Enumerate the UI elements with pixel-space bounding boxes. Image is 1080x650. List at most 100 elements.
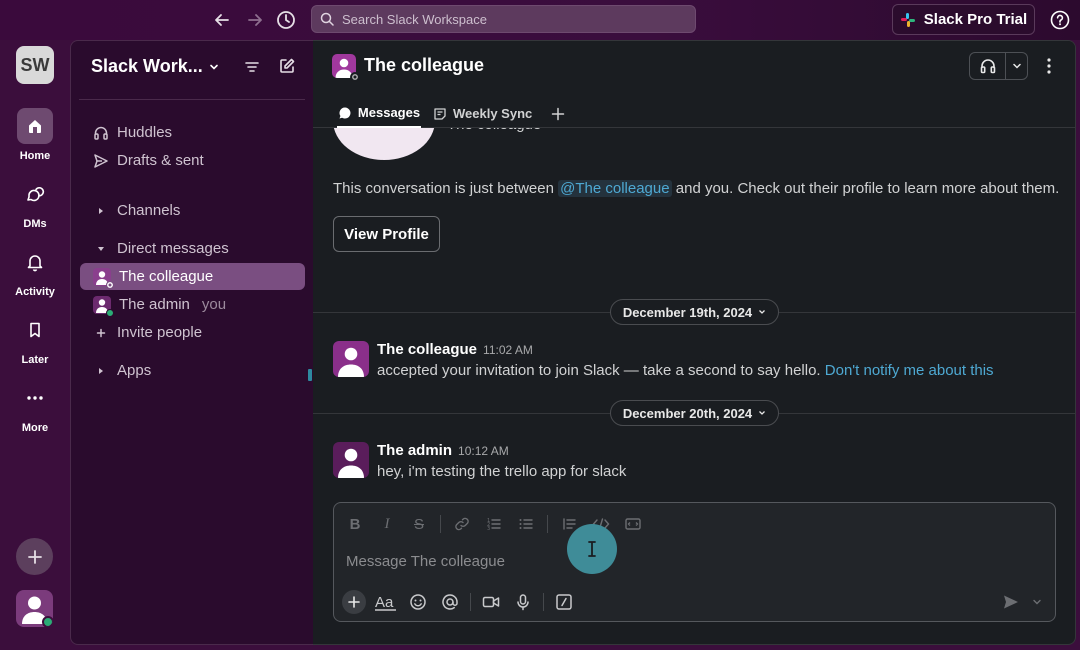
chevron-down-icon [759, 310, 766, 314]
sidebar-item-drafts[interactable]: Drafts & sent [80, 147, 305, 174]
sidebar-item-huddles[interactable]: Huddles [80, 119, 305, 146]
more-options-button[interactable] [1039, 54, 1059, 78]
date-jump-button[interactable]: December 19th, 2024 [610, 299, 779, 325]
search-input[interactable]: Search Slack Workspace [311, 5, 696, 33]
avatar[interactable] [333, 341, 369, 377]
home-icon [17, 108, 53, 144]
message-input[interactable]: Message The colleague [346, 553, 505, 570]
tab-label: Messages [357, 105, 421, 120]
slack-logo-icon [900, 12, 915, 27]
attach-button[interactable] [342, 590, 366, 614]
italic-icon[interactable]: I [376, 513, 398, 535]
sidebar-resize-handle[interactable] [308, 369, 312, 381]
toolbar-separator [547, 515, 548, 533]
chevron-down-icon [1012, 63, 1021, 69]
canvas-icon [434, 107, 446, 120]
filter-icon [245, 62, 259, 72]
sidebar-section-channels[interactable]: Channels [80, 197, 305, 224]
message-author[interactable]: The admin 10:12 AM [377, 442, 509, 459]
send-button[interactable] [999, 590, 1023, 614]
message-composer[interactable]: B I S 123 Message The colleague Aa [333, 502, 1056, 622]
channel-sidebar: Slack Work... Huddles Drafts & sent Chan… [70, 40, 313, 645]
message-timestamp[interactable]: 10:12 AM [458, 444, 509, 458]
video-clip-button[interactable] [479, 590, 503, 614]
rail-item-dms[interactable]: DMs [0, 176, 70, 230]
dont-notify-link[interactable]: Don't notify me about this [825, 362, 994, 379]
rail-item-later[interactable]: Later [0, 312, 70, 366]
tab-weekly-sync[interactable]: Weekly Sync [433, 99, 532, 128]
rail-item-home[interactable]: Home [0, 108, 70, 162]
bullet-list-icon[interactable] [515, 513, 537, 535]
rail-label-home: Home [19, 150, 51, 162]
search-placeholder: Search Slack Workspace [342, 11, 487, 27]
sidebar-item-the-colleague[interactable]: The colleague [80, 263, 305, 290]
date-divider: December 19th, 2024 [313, 299, 1075, 325]
you-indicator: you [201, 296, 227, 313]
text-format-button[interactable]: Aa [374, 590, 398, 614]
forward-button[interactable] [243, 8, 267, 32]
help-button[interactable] [1048, 8, 1072, 32]
sidebar-item-the-admin[interactable]: The admin you [80, 291, 305, 318]
user-mention-link[interactable]: @The colleague [558, 180, 672, 197]
channel-name[interactable]: The colleague [364, 55, 484, 76]
date-jump-button[interactable]: December 20th, 2024 [610, 400, 779, 426]
rail-label-dms: DMs [23, 218, 47, 230]
sidebar-item-invite[interactable]: Invite people [80, 319, 305, 346]
plus-icon [27, 549, 42, 564]
avatar[interactable] [333, 442, 369, 478]
message-timestamp[interactable]: 11:02 AM [483, 343, 533, 357]
date-label: December 20th, 2024 [622, 405, 753, 421]
workspace-switcher[interactable]: SW [16, 46, 54, 84]
online-status-dot [42, 616, 53, 627]
rail-item-activity[interactable]: Activity [0, 244, 70, 298]
sidebar-item-label: Drafts & sent [117, 152, 204, 169]
sidebar-section-label: Channels [117, 202, 181, 219]
message-author[interactable]: The colleague 11:02 AM [377, 341, 533, 358]
add-workspace-button[interactable] [16, 538, 53, 575]
ordered-list-icon[interactable]: 123 [483, 513, 505, 535]
sidebar-section-label: Apps [117, 362, 152, 379]
top-bar: Search Slack Workspace Slack Pro Trial [0, 0, 1080, 40]
bold-icon[interactable]: B [344, 513, 366, 535]
audio-clip-button[interactable] [511, 590, 535, 614]
view-profile-button[interactable]: View Profile [333, 216, 440, 252]
channel-header: The colleague Messages Weekly Sync [313, 41, 1075, 128]
pro-trial-button[interactable]: Slack Pro Trial [892, 4, 1035, 35]
emoji-button[interactable] [406, 590, 430, 614]
text-cursor-icon [588, 541, 596, 557]
dms-icon [17, 176, 53, 212]
shortcuts-button[interactable] [552, 590, 576, 614]
sidebar-section-label: Direct messages [117, 240, 229, 257]
huddle-options[interactable] [1006, 53, 1027, 79]
headphones-icon [94, 126, 108, 140]
link-icon[interactable] [451, 513, 473, 535]
chevron-down-icon [1033, 599, 1041, 605]
sidebar-divider [79, 99, 305, 100]
sidebar-section-dms[interactable]: Direct messages [80, 235, 305, 262]
strikethrough-icon[interactable]: S [408, 513, 430, 535]
message-item[interactable]: The colleague 11:02 AM accepted your invi… [333, 341, 1053, 381]
filter-button[interactable] [241, 56, 263, 78]
mention-button[interactable] [438, 590, 462, 614]
workspace-name-button[interactable]: Slack Work... [91, 56, 219, 77]
message-item[interactable]: The admin 10:12 AM hey, i'm testing the t… [333, 442, 1053, 482]
workspace-name: Slack Work... [91, 56, 203, 76]
avatar [93, 295, 114, 317]
add-tab-button[interactable] [551, 99, 565, 128]
sidebar-item-label: Huddles [117, 124, 173, 141]
huddle-button[interactable] [969, 52, 1028, 80]
online-status-dot [106, 308, 114, 317]
plus-icon [96, 328, 106, 337]
sidebar-section-apps[interactable]: Apps [80, 357, 305, 384]
history-button[interactable] [274, 8, 298, 32]
rail-item-more[interactable]: More [0, 380, 70, 434]
compose-button[interactable] [276, 55, 298, 77]
huddle-start[interactable] [970, 53, 1006, 79]
code-block-icon[interactable] [622, 513, 644, 535]
user-avatar[interactable] [16, 590, 53, 627]
tab-messages[interactable]: Messages [337, 99, 421, 128]
chevron-down-icon [759, 411, 766, 415]
schedule-send-button[interactable] [1028, 590, 1046, 614]
at-sign-icon [442, 594, 458, 610]
back-button[interactable] [210, 8, 234, 32]
